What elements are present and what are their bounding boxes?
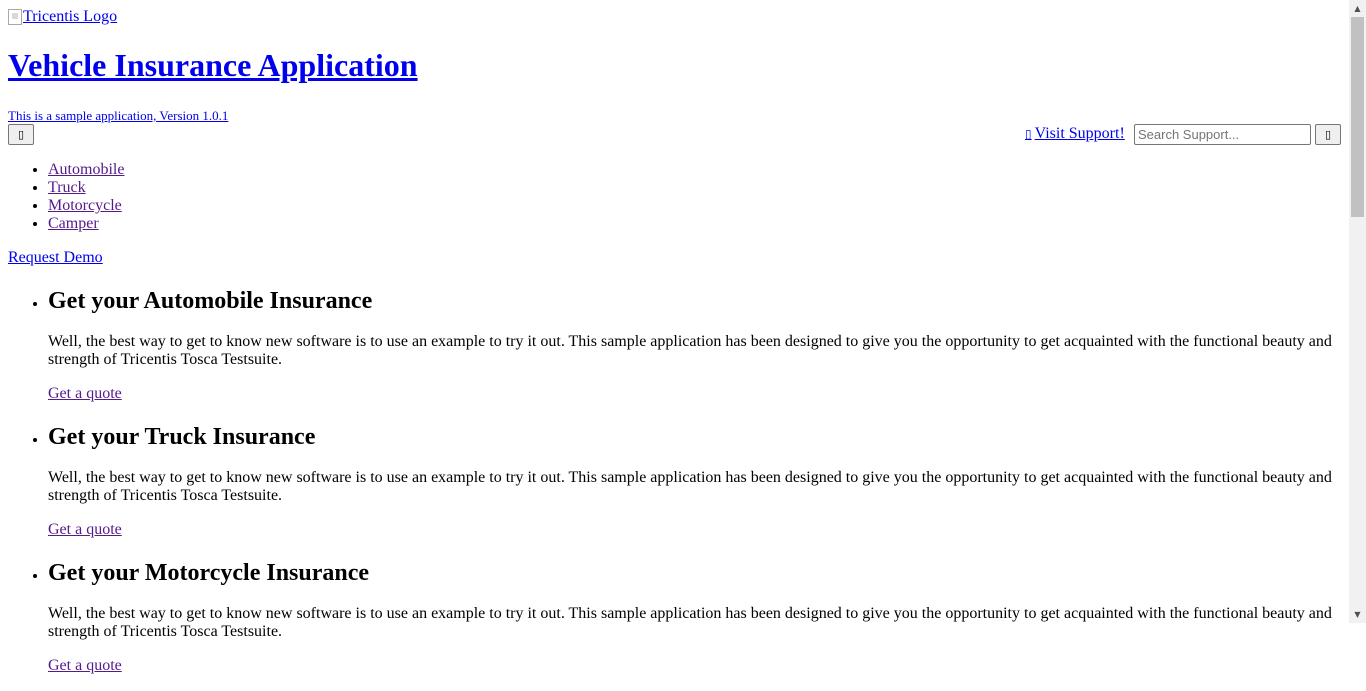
vehicle-nav: Automobile Truck Motorcycle Camper xyxy=(8,161,124,233)
product-automobile: Get your Automobile Insurance Well, the … xyxy=(48,283,1332,403)
product-list: Get your Automobile Insurance Well, the … xyxy=(8,283,1332,691)
nav-link-automobile[interactable]: Automobile xyxy=(48,161,124,178)
support-icon: ▯ xyxy=(1025,127,1032,141)
product-title: Get your Truck Insurance xyxy=(48,424,316,450)
search-support-input[interactable] xyxy=(1134,124,1311,145)
nav-link-motorcycle[interactable]: Motorcycle xyxy=(48,197,122,214)
get-quote-truck-link[interactable]: Get a quote xyxy=(48,521,122,539)
logo-alt-text: Tricentis Logo xyxy=(23,8,118,25)
nav-link-truck[interactable]: Truck xyxy=(48,179,86,196)
app-title: Vehicle Insurance Application xyxy=(8,47,418,84)
visit-support-label: Visit Support! xyxy=(1034,125,1125,142)
product-title: Get your Motorcycle Insurance xyxy=(48,560,370,586)
nav-item-camper: Camper xyxy=(48,215,124,233)
app-title-link[interactable]: Vehicle Insurance Application xyxy=(8,47,418,83)
product-truck: Get your Truck Insurance Well, the best … xyxy=(48,419,1332,539)
vertical-scrollbar[interactable]: ▲ ▼ xyxy=(1349,0,1366,623)
nav-item-automobile: Automobile xyxy=(48,161,124,179)
scroll-down-arrow-icon[interactable]: ▼ xyxy=(1349,606,1366,623)
get-quote-automobile-link[interactable]: Get a quote xyxy=(48,385,122,403)
nav-item-motorcycle: Motorcycle xyxy=(48,197,124,215)
request-demo-link[interactable]: Request Demo xyxy=(8,249,103,267)
version-link[interactable]: This is a sample application, Version 1.… xyxy=(8,108,228,123)
broken-image-icon xyxy=(8,8,22,25)
menu-toggle-button[interactable]: ▯ xyxy=(8,124,34,145)
visit-support-link[interactable]: ▯ Visit Support! xyxy=(1025,124,1125,144)
nav-link-camper[interactable]: Camper xyxy=(48,215,99,232)
product-motorcycle: Get your Motorcycle Insurance Well, the … xyxy=(48,555,1332,675)
product-description: Well, the best way to get to know new so… xyxy=(48,469,1332,504)
scroll-up-arrow-icon[interactable]: ▲ xyxy=(1349,0,1366,17)
search-button[interactable]: ▯ xyxy=(1315,124,1341,145)
get-quote-motorcycle-link[interactable]: Get a quote xyxy=(48,657,122,675)
scrollbar-thumb[interactable] xyxy=(1351,17,1364,217)
product-description: Well, the best way to get to know new so… xyxy=(48,605,1332,640)
product-description: Well, the best way to get to know new so… xyxy=(48,333,1332,368)
product-title: Get your Automobile Insurance xyxy=(48,288,373,314)
logo-link[interactable]: Tricentis Logo xyxy=(8,7,117,26)
nav-item-truck: Truck xyxy=(48,179,124,197)
